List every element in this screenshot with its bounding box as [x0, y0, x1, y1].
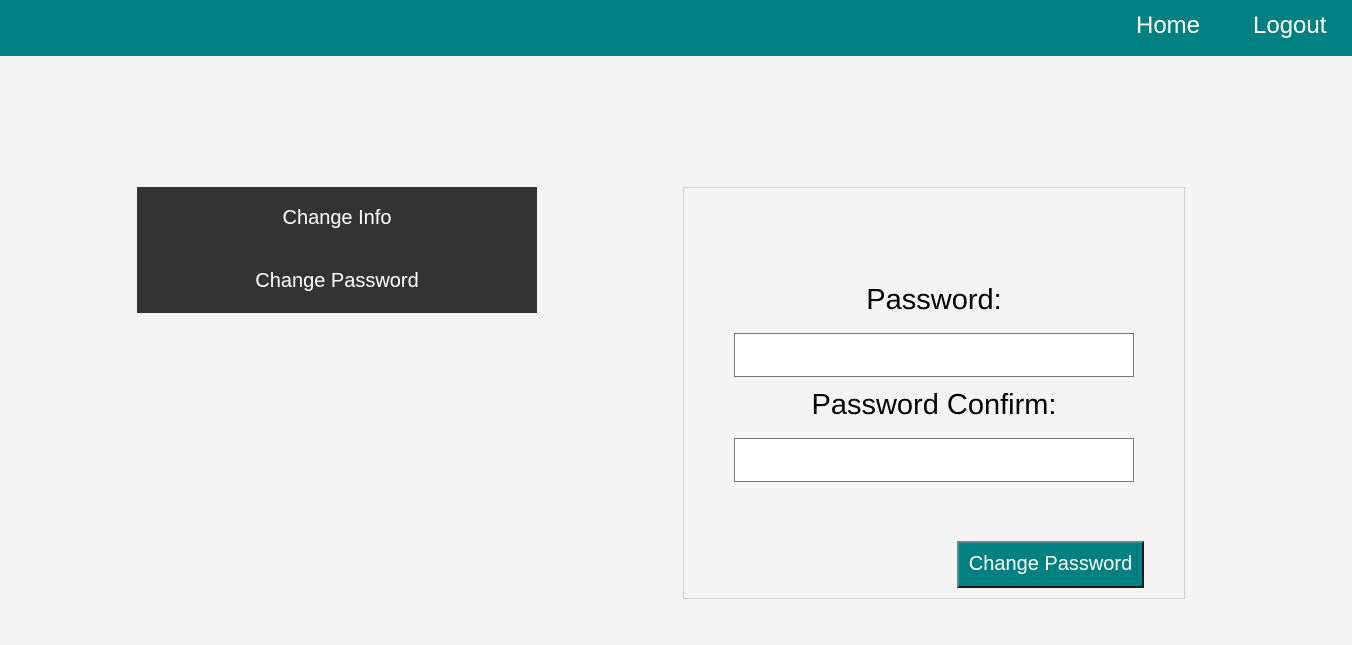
top-navbar: Home Logout — [0, 0, 1352, 56]
account-side-menu: Change Info Change Password — [137, 187, 537, 313]
nav-logout-link[interactable]: Logout — [1253, 0, 1326, 56]
change-password-form: Password: Password Confirm: Change Passw… — [683, 187, 1185, 599]
change-password-button[interactable]: Change Password — [957, 541, 1144, 588]
sidebar-item-change-password[interactable]: Change Password — [137, 250, 537, 313]
password-confirm-label: Password Confirm: — [811, 389, 1057, 421]
password-input[interactable] — [734, 333, 1134, 377]
password-confirm-input[interactable] — [734, 438, 1134, 482]
sidebar-item-change-info[interactable]: Change Info — [137, 187, 537, 250]
password-label: Password: — [866, 284, 1002, 316]
nav-home-link[interactable]: Home — [1136, 0, 1200, 56]
